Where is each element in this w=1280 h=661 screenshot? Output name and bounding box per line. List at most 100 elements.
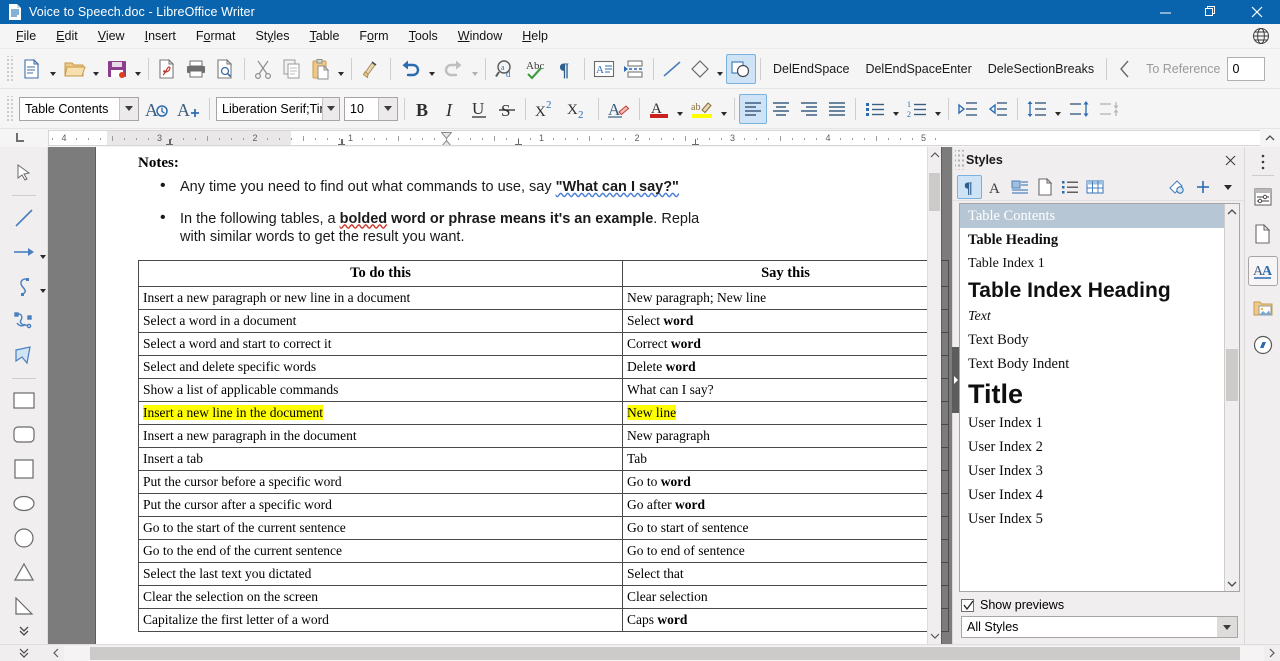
scroll-down-icon[interactable] [1225,576,1239,591]
isosceles-triangle-icon[interactable] [8,556,40,587]
macro-delendspaceenter-button[interactable]: DelEndSpaceEnter [857,56,979,82]
font-color-icon[interactable]: A [644,94,674,124]
find-replace-icon[interactable]: a d [490,54,521,84]
style-list-item[interactable]: User Index 2 [960,435,1224,459]
rectangle-icon[interactable] [8,385,40,416]
ordered-list-icon[interactable]: 1 2 [902,94,932,124]
style-actions-dropdown-icon[interactable] [1215,175,1240,199]
open-document-icon[interactable] [59,54,90,84]
scroll-up-icon[interactable] [928,147,942,163]
decrease-indent-icon[interactable] [983,94,1013,124]
clear-direct-formatting-icon[interactable]: A [603,94,635,124]
document-canvas[interactable]: Notes: Any time you need to find out wha… [48,147,952,644]
horizontal-ruler[interactable]: 432112345 [48,130,1260,146]
paste-icon[interactable] [306,54,335,84]
insert-text-box-icon[interactable]: A [589,54,619,84]
menu-form[interactable]: Form [349,26,398,46]
redo-dropdown[interactable] [469,54,481,84]
print-icon[interactable] [181,54,211,84]
styles-list[interactable]: Table ContentsTable HeadingTable Index 1… [959,203,1240,592]
font-color-dropdown[interactable] [674,94,686,124]
page-deck-icon[interactable] [1248,219,1278,249]
chevron-down-icon[interactable] [322,98,339,120]
style-list-item[interactable]: Text Body [960,328,1224,352]
commands-table[interactable]: To do this Say this Insert a new paragra… [138,260,949,632]
fill-format-mode-icon[interactable] [1165,175,1190,199]
styles-list-scrollbar[interactable] [1224,204,1239,591]
scroll-right-icon[interactable] [1264,646,1280,661]
clone-formatting-icon[interactable] [356,54,386,84]
menu-table[interactable]: Table [300,26,350,46]
horizontal-scroll-thumb[interactable] [90,647,1240,660]
insert-line-icon[interactable] [658,54,686,84]
paragraph-spacing-below-icon[interactable] [1094,94,1124,124]
align-left-icon[interactable] [739,94,767,124]
close-button[interactable] [1234,0,1280,24]
open-document-dropdown[interactable] [90,54,102,84]
document-page[interactable]: Notes: Any time you need to find out wha… [96,147,941,644]
document-vertical-scrollbar[interactable] [927,147,941,644]
line-spacing-dropdown[interactable] [1052,94,1064,124]
close-sidebar-deck-icon[interactable] [1220,150,1240,170]
cut-icon[interactable] [249,54,277,84]
copy-icon[interactable] [277,54,306,84]
superscript-icon[interactable]: X2 [530,94,562,124]
toolbar-grip[interactable] [5,56,14,82]
formatting-marks-icon[interactable]: ¶ [552,54,580,84]
strikethrough-icon[interactable]: S [493,94,521,124]
highlighting-color-icon[interactable]: ab [686,94,718,124]
menu-insert[interactable]: Insert [135,26,186,46]
square-icon[interactable] [8,453,40,484]
save-document-icon[interactable] [102,54,132,84]
chevron-down-icon[interactable] [378,98,397,120]
style-list-item[interactable]: Table Index Heading [960,276,1224,305]
circle-icon[interactable] [8,522,40,553]
style-list-item[interactable]: Title [960,377,1224,411]
page-styles-icon[interactable] [1032,175,1057,199]
menu-tools[interactable]: Tools [399,26,448,46]
chevron-down-icon[interactable] [40,289,46,293]
styles-scroll-thumb[interactable] [1226,349,1238,401]
select-arrow-icon[interactable] [8,157,40,188]
new-document-icon[interactable] [17,54,47,84]
right-triangle-icon[interactable] [8,591,40,622]
save-document-dropdown[interactable] [132,54,144,84]
unordered-list-dropdown[interactable] [890,94,902,124]
toolbar-grip[interactable] [5,96,14,122]
style-filter-combo[interactable]: All Styles [961,616,1238,638]
menu-edit[interactable]: Edit [46,26,88,46]
print-preview-icon[interactable] [211,54,240,84]
font-name-combo[interactable]: Liberation Serif;Tin [216,97,340,121]
styles-scroll-area[interactable]: Table ContentsTable HeadingTable Index 1… [960,204,1224,591]
justify-icon[interactable] [823,94,851,124]
show-previews-checkbox[interactable] [961,599,974,612]
line-spacing-icon[interactable] [1022,94,1052,124]
style-list-item[interactable]: Text Body Indent [960,352,1224,376]
ruler-tab-stop[interactable] [515,139,522,145]
paste-dropdown[interactable] [335,54,347,84]
align-center-icon[interactable] [767,94,795,124]
menu-styles[interactable]: Styles [245,26,299,46]
paragraph-spacing-above-icon[interactable] [1064,94,1094,124]
menu-file[interactable]: File [6,26,46,46]
ruler-tab-stop[interactable] [166,139,173,145]
ellipse-icon[interactable] [8,488,40,519]
navigator-deck-icon[interactable] [1248,330,1278,360]
insert-line-icon[interactable] [8,202,40,233]
style-list-item[interactable]: Table Heading [960,228,1224,252]
menu-help[interactable]: Help [512,26,558,46]
character-styles-icon[interactable]: A [982,175,1007,199]
align-right-icon[interactable] [795,94,823,124]
font-size-combo[interactable]: 10 [344,97,398,121]
style-list-item[interactable]: User Index 1 [960,411,1224,435]
spelling-icon[interactable]: Abc [521,54,552,84]
minimize-button[interactable] [1142,0,1188,24]
more-shapes-icon[interactable] [17,625,31,640]
properties-deck-icon[interactable] [1248,182,1278,212]
sidebar-settings-icon[interactable] [1261,151,1265,173]
style-list-item[interactable]: User Index 3 [960,459,1224,483]
shapes-toggle-icon[interactable] [726,54,756,84]
increase-indent-icon[interactable] [953,94,983,124]
style-list-item[interactable]: Text [960,305,1224,329]
paragraph-styles-icon[interactable]: ¶ [957,175,982,199]
